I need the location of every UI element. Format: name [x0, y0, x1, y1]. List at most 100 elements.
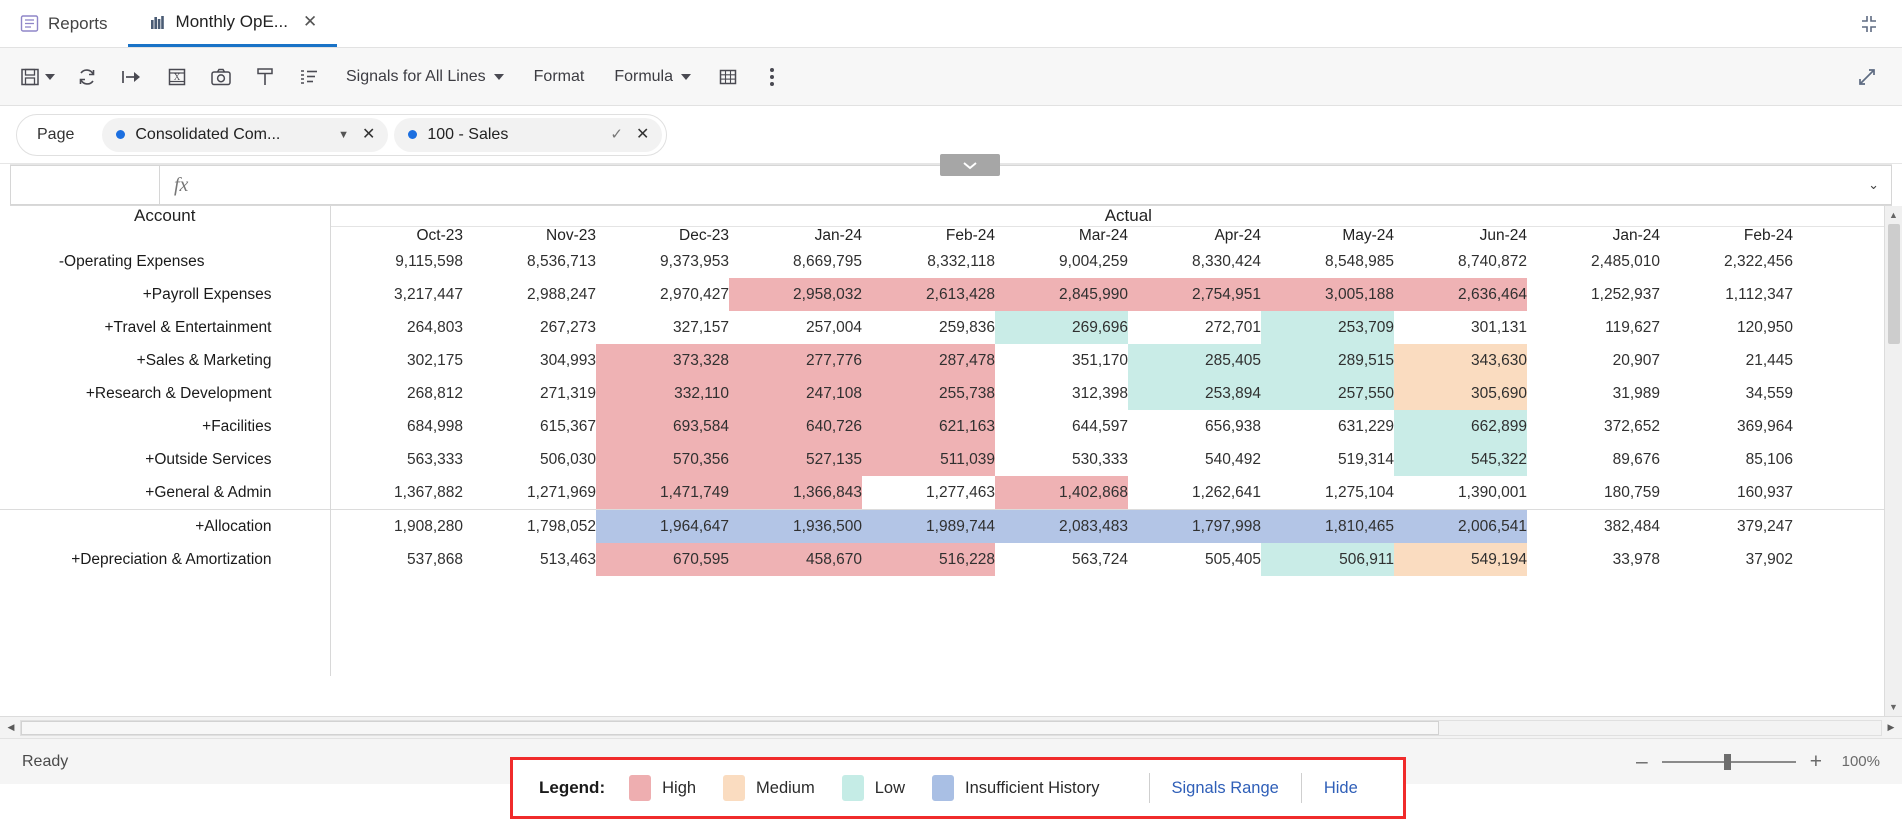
- grid-cell[interactable]: 1,390,001: [1394, 476, 1527, 510]
- grid-cell[interactable]: 1,810,465: [1261, 510, 1394, 544]
- grid-cell[interactable]: 272,701: [1128, 311, 1261, 344]
- grid-cell[interactable]: 287,478: [862, 344, 995, 377]
- grid-cell[interactable]: 505,405: [1128, 543, 1261, 576]
- grid-cell[interactable]: 519,314: [1261, 443, 1394, 476]
- grid-cell[interactable]: 268,812: [330, 377, 463, 410]
- formula-menu[interactable]: Formula: [600, 56, 705, 98]
- grid-settings-button[interactable]: [707, 56, 749, 98]
- grid-cell[interactable]: 1,271,969: [463, 476, 596, 510]
- grid-cell-empty[interactable]: [862, 576, 995, 676]
- table-row[interactable]: +Travel & Entertainment264,803267,273327…: [0, 311, 1884, 344]
- grid-cell[interactable]: 2,5: [1793, 245, 1884, 278]
- grid-cell[interactable]: 8,536,713: [463, 245, 596, 278]
- grid-cell[interactable]: 8,740,872: [1394, 245, 1527, 278]
- row-header-account[interactable]: +Research & Development: [0, 377, 330, 410]
- grid-cell[interactable]: 2,322,456: [1660, 245, 1793, 278]
- grid-cell[interactable]: 549,194: [1394, 543, 1527, 576]
- grid-cell[interactable]: 670,595: [596, 543, 729, 576]
- grid-cell[interactable]: 31,989: [1527, 377, 1660, 410]
- grid-cell[interactable]: 302,175: [330, 344, 463, 377]
- grid-cell[interactable]: 9,373,953: [596, 245, 729, 278]
- grid-cell[interactable]: 1,402,868: [995, 476, 1128, 510]
- grid-cell[interactable]: 373,328: [596, 344, 729, 377]
- grid-cell[interactable]: [1793, 377, 1884, 410]
- grid-cell[interactable]: 1,262,641: [1128, 476, 1261, 510]
- scroll-left-button[interactable]: ◀: [2, 719, 20, 737]
- grid-cell[interactable]: 615,367: [463, 410, 596, 443]
- grid-cell[interactable]: [1793, 543, 1884, 576]
- grid-cell[interactable]: 3,217,447: [330, 278, 463, 311]
- grid-cell[interactable]: 2,083,483: [995, 510, 1128, 544]
- table-row[interactable]: +Sales & Marketing302,175304,993373,3282…: [0, 344, 1884, 377]
- vertical-scrollbar[interactable]: ▲ ▼: [1884, 206, 1902, 716]
- formula-input-cell[interactable]: fx ⌄: [160, 165, 1892, 205]
- name-box[interactable]: [10, 165, 160, 205]
- grid-cell-empty[interactable]: [1527, 576, 1660, 676]
- grid-cell[interactable]: 2,988,247: [463, 278, 596, 311]
- grid-cell[interactable]: 267,273: [463, 311, 596, 344]
- grid-cell[interactable]: 369,964: [1660, 410, 1793, 443]
- grid-cell[interactable]: 9,115,598: [330, 245, 463, 278]
- grid-cell[interactable]: 516,228: [862, 543, 995, 576]
- column-header-month[interactable]: Jan-24: [729, 227, 862, 246]
- grid-cell[interactable]: 8,330,424: [1128, 245, 1261, 278]
- grid-cell[interactable]: 34,559: [1660, 377, 1793, 410]
- grid-cell[interactable]: 1,112,347: [1660, 278, 1793, 311]
- more-options-button[interactable]: [751, 56, 793, 98]
- grid-cell[interactable]: 327,157: [596, 311, 729, 344]
- horizontal-scroll-thumb[interactable]: [21, 721, 1439, 735]
- grid-cell[interactable]: 2,613,428: [862, 278, 995, 311]
- grid-cell[interactable]: 570,356: [596, 443, 729, 476]
- grid-cell[interactable]: 662,899: [1394, 410, 1527, 443]
- chevron-down-icon[interactable]: ⌄: [1868, 177, 1879, 193]
- row-header-account[interactable]: +Travel & Entertainment: [0, 311, 330, 344]
- grid-cell-empty[interactable]: [596, 576, 729, 676]
- grid-cell[interactable]: 1,275,104: [1261, 476, 1394, 510]
- expand-view-button[interactable]: [1846, 56, 1888, 98]
- zoom-out-button[interactable]: –: [1636, 751, 1648, 772]
- excel-export-button[interactable]: X: [156, 56, 198, 98]
- grid-cell[interactable]: 33,978: [1527, 543, 1660, 576]
- grid-cell[interactable]: 285,405: [1128, 344, 1261, 377]
- grid-cell[interactable]: 2,636,464: [1394, 278, 1527, 311]
- table-row[interactable]: +General & Admin1,367,8821,271,9691,471,…: [0, 476, 1884, 510]
- grid-cell[interactable]: 3,005,188: [1261, 278, 1394, 311]
- grid-cell[interactable]: 264,803: [330, 311, 463, 344]
- grid-cell[interactable]: 382,484: [1527, 510, 1660, 544]
- grid-cell[interactable]: 8,332,118: [862, 245, 995, 278]
- grid-cell[interactable]: 301,131: [1394, 311, 1527, 344]
- column-header-month[interactable]: Nov-23: [463, 227, 596, 246]
- grid-cell[interactable]: 631,229: [1261, 410, 1394, 443]
- grid-cell[interactable]: 530,333: [995, 443, 1128, 476]
- grid-cell[interactable]: 3: [1793, 510, 1884, 544]
- zoom-slider-thumb[interactable]: [1724, 754, 1731, 770]
- grid-cell-empty[interactable]: [463, 576, 596, 676]
- hide-legend-link[interactable]: Hide: [1324, 779, 1358, 798]
- grid-cell[interactable]: 160,937: [1660, 476, 1793, 510]
- grid-cell[interactable]: 1,252,937: [1527, 278, 1660, 311]
- grid-cell[interactable]: 351,170: [995, 344, 1128, 377]
- tab-monthly-opex[interactable]: Monthly OpE... ✕: [128, 0, 338, 47]
- grid-cell[interactable]: 2,845,990: [995, 278, 1128, 311]
- grid-cell[interactable]: 1,989,744: [862, 510, 995, 544]
- grid-cell[interactable]: [1793, 344, 1884, 377]
- column-header-account[interactable]: Account: [0, 206, 330, 245]
- grid-cell[interactable]: 289,515: [1261, 344, 1394, 377]
- row-header-account[interactable]: +General & Admin: [0, 476, 330, 510]
- column-header-month[interactable]: May-24: [1261, 227, 1394, 246]
- grid-cell[interactable]: 21,445: [1660, 344, 1793, 377]
- grid-cell[interactable]: 1: [1793, 476, 1884, 510]
- tab-reports[interactable]: Reports: [0, 0, 128, 47]
- grid-cell[interactable]: 253,709: [1261, 311, 1394, 344]
- grid-cell[interactable]: 511,039: [862, 443, 995, 476]
- grid-cell-empty[interactable]: [1128, 576, 1261, 676]
- grid-cell[interactable]: 1,277,463: [862, 476, 995, 510]
- column-header-month[interactable]: Jun-24: [1394, 227, 1527, 246]
- grid-cell[interactable]: 2,970,427: [596, 278, 729, 311]
- grid-cell[interactable]: 9,004,259: [995, 245, 1128, 278]
- grid-cell[interactable]: 120,950: [1660, 311, 1793, 344]
- table-row[interactable]: +Allocation1,908,2801,798,0521,964,6471,…: [0, 510, 1884, 544]
- grid-cell[interactable]: 180,759: [1527, 476, 1660, 510]
- grid-cell-empty[interactable]: [1261, 576, 1394, 676]
- grid-cell[interactable]: 1,471,749: [596, 476, 729, 510]
